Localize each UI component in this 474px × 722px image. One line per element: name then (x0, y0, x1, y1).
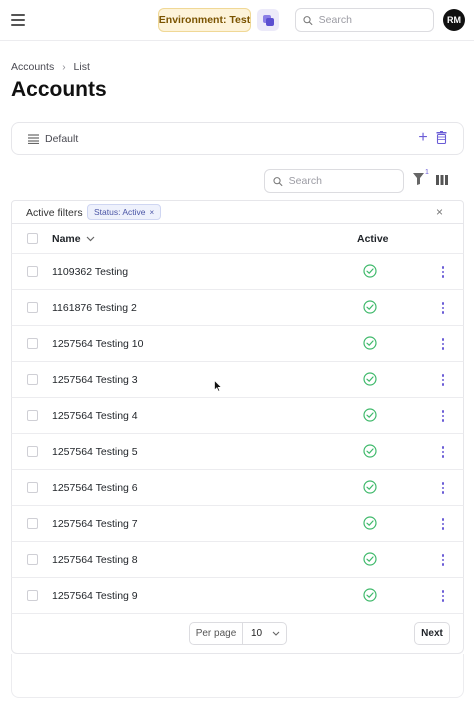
table-row[interactable]: 1257564 Testing 3 (11, 362, 464, 398)
row-checkbox[interactable] (27, 266, 38, 277)
list-icon (28, 134, 39, 144)
check-circle-icon (363, 480, 377, 494)
per-page-value[interactable]: 10 (243, 623, 286, 644)
table-header: Name Active (11, 224, 464, 254)
filter-chip-status[interactable]: Status: Active × (87, 204, 162, 220)
switch-org-button[interactable] (257, 9, 279, 31)
environment-badge: Environment: Test (158, 8, 251, 32)
row-checkbox[interactable] (27, 590, 38, 601)
search-icon (303, 15, 313, 25)
kebab-icon[interactable] (437, 444, 449, 460)
close-icon[interactable]: × (150, 208, 155, 217)
active-filters-label: Active filters (26, 207, 83, 219)
per-page-label: Per page (190, 623, 243, 644)
row-checkbox[interactable] (27, 446, 38, 457)
table-row[interactable]: 1257564 Testing 6 (11, 470, 464, 506)
view-selector: Default + (11, 122, 464, 155)
table-row[interactable]: 1109362 Testing (11, 254, 464, 290)
breadcrumb-accounts[interactable]: Accounts (11, 61, 54, 73)
switch-org-icon (262, 14, 274, 26)
table-row[interactable]: 1161876 Testing 2 (11, 290, 464, 326)
check-circle-icon (363, 372, 377, 386)
pagination: Per page 10 Next (11, 614, 464, 654)
account-name[interactable]: 1257564 Testing 10 (52, 338, 143, 350)
row-checkbox[interactable] (27, 410, 38, 421)
chevron-down-icon (272, 631, 280, 636)
kebab-icon[interactable] (437, 516, 449, 532)
check-circle-icon (363, 516, 377, 530)
mouse-cursor-icon (214, 380, 222, 392)
name-column-header[interactable]: Name (52, 233, 95, 245)
account-name[interactable]: 1257564 Testing 4 (52, 410, 138, 422)
table-body: 1109362 Testing 1161876 Testing 2 1257564 … (11, 254, 464, 614)
kebab-icon[interactable] (437, 552, 449, 568)
filter-icon[interactable] (413, 173, 424, 185)
search-icon (273, 176, 283, 186)
check-circle-icon (363, 552, 377, 566)
per-page-number: 10 (251, 628, 263, 639)
plus-icon[interactable]: + (414, 129, 432, 147)
page-title: Accounts (11, 78, 107, 101)
trash-icon[interactable] (436, 131, 447, 144)
hamburger-icon[interactable] (11, 14, 25, 26)
table-row[interactable]: 1257564 Testing 7 (11, 506, 464, 542)
row-checkbox[interactable] (27, 302, 38, 313)
chevron-right-icon: › (62, 61, 66, 73)
select-all-checkbox[interactable] (27, 233, 38, 244)
table-search-input[interactable] (288, 175, 403, 187)
row-checkbox[interactable] (27, 482, 38, 493)
breadcrumb: Accounts › List (11, 61, 90, 73)
check-circle-icon (363, 336, 377, 350)
table-row[interactable]: 1257564 Testing 4 (11, 398, 464, 434)
kebab-icon[interactable] (437, 588, 449, 604)
footer-card (11, 654, 464, 698)
next-page-button[interactable]: Next (414, 622, 450, 645)
breadcrumb-list: List (73, 61, 90, 73)
check-circle-icon (363, 264, 377, 278)
row-checkbox[interactable] (27, 518, 38, 529)
table-row[interactable]: 1257564 Testing 9 (11, 578, 464, 614)
kebab-icon[interactable] (437, 300, 449, 316)
active-column-header: Active (357, 233, 389, 245)
account-name[interactable]: 1257564 Testing 7 (52, 518, 138, 530)
global-search-input[interactable] (318, 14, 433, 26)
clear-filters-icon[interactable]: × (436, 205, 443, 219)
check-circle-icon (363, 444, 377, 458)
global-search[interactable] (295, 8, 434, 32)
check-circle-icon (363, 300, 377, 314)
account-name[interactable]: 1257564 Testing 5 (52, 446, 138, 458)
account-name[interactable]: 1161876 Testing 2 (52, 302, 137, 314)
row-checkbox[interactable] (27, 338, 38, 349)
account-name[interactable]: 1257564 Testing 3 (52, 374, 138, 386)
kebab-icon[interactable] (437, 264, 449, 280)
view-name[interactable]: Default (45, 133, 78, 145)
filter-chip-label: Status: Active (94, 207, 146, 217)
table-row[interactable]: 1257564 Testing 5 (11, 434, 464, 470)
table-row[interactable]: 1257564 Testing 10 (11, 326, 464, 362)
avatar[interactable]: RM (443, 9, 465, 31)
chevron-down-icon (86, 236, 95, 242)
per-page-select[interactable]: Per page 10 (189, 622, 287, 645)
row-checkbox[interactable] (27, 374, 38, 385)
row-checkbox[interactable] (27, 554, 38, 565)
columns-icon[interactable] (436, 175, 448, 185)
account-name[interactable]: 1257564 Testing 9 (52, 590, 138, 602)
accounts-table: Name Active 1109362 Testing 1161876 Testi… (11, 224, 464, 614)
name-column-label: Name (52, 233, 81, 245)
check-circle-icon (363, 588, 377, 602)
kebab-icon[interactable] (437, 372, 449, 388)
active-filters-bar: Active filters Status: Active × × (11, 200, 464, 224)
account-name[interactable]: 1257564 Testing 8 (52, 554, 138, 566)
filter-count-badge: 1 (425, 169, 429, 176)
kebab-icon[interactable] (437, 480, 449, 496)
table-search[interactable] (264, 169, 404, 193)
account-name[interactable]: 1257564 Testing 6 (52, 482, 138, 494)
top-bar: Environment: Test RM (0, 0, 474, 41)
kebab-icon[interactable] (437, 408, 449, 424)
check-circle-icon (363, 408, 377, 422)
kebab-icon[interactable] (437, 336, 449, 352)
table-row[interactable]: 1257564 Testing 8 (11, 542, 464, 578)
account-name[interactable]: 1109362 Testing (52, 266, 128, 278)
